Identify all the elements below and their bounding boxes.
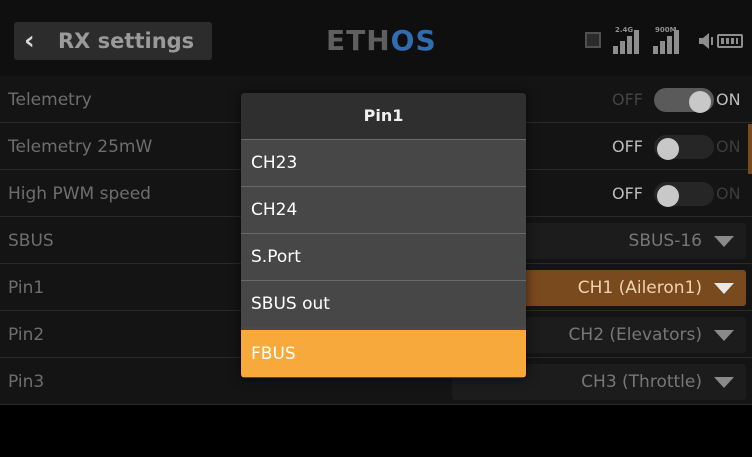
- dialog-title: Pin1: [241, 93, 526, 139]
- row-label: SBUS: [8, 231, 54, 251]
- row-label: Telemetry: [8, 90, 92, 110]
- chevron-down-icon: [714, 236, 734, 247]
- toggle-knob: [689, 91, 711, 113]
- chevron-down-icon: [714, 377, 734, 388]
- option-ch24[interactable]: CH24: [241, 186, 526, 233]
- battery-icon: [717, 34, 743, 48]
- chevron-left-icon: ‹: [24, 26, 35, 56]
- top-bar: ‹ RX settings ETHOS 2.4G 900M: [0, 0, 752, 82]
- toggle-knob: [657, 185, 679, 207]
- row-label: Pin2: [8, 325, 45, 345]
- chevron-down-icon: [714, 283, 734, 294]
- toggle-knob: [657, 138, 679, 160]
- row-label: Pin3: [8, 372, 45, 392]
- pin1-option-dialog: Pin1 CH23 CH24 S.Port SBUS out FBUS: [241, 93, 526, 378]
- option-sport[interactable]: S.Port: [241, 233, 526, 280]
- ethos-logo: ETHOS: [326, 24, 437, 57]
- option-ch23[interactable]: CH23: [241, 139, 526, 186]
- back-button[interactable]: ‹ RX settings: [14, 22, 212, 60]
- rf-module-icon: [585, 32, 601, 48]
- speaker-icon: [699, 33, 713, 49]
- option-sbus-out[interactable]: SBUS out: [241, 280, 526, 327]
- signal-2g4-icon: 2.4G: [609, 26, 643, 54]
- row-label: Telemetry 25mW: [8, 137, 153, 157]
- row-label: High PWM speed: [8, 184, 151, 204]
- page-title: RX settings: [58, 29, 195, 53]
- signal-900m-icon: 900M: [649, 26, 683, 54]
- option-fbus[interactable]: FBUS: [241, 330, 526, 377]
- telemetry-toggle[interactable]: OFF ON: [612, 86, 742, 114]
- chevron-down-icon: [714, 330, 734, 341]
- row-label: Pin1: [8, 278, 45, 298]
- scrollbar[interactable]: [748, 124, 752, 174]
- status-icons: 2.4G 900M: [585, 26, 745, 56]
- high-pwm-speed-toggle[interactable]: OFF ON: [612, 180, 742, 208]
- telemetry-25mw-toggle[interactable]: OFF ON: [612, 133, 742, 161]
